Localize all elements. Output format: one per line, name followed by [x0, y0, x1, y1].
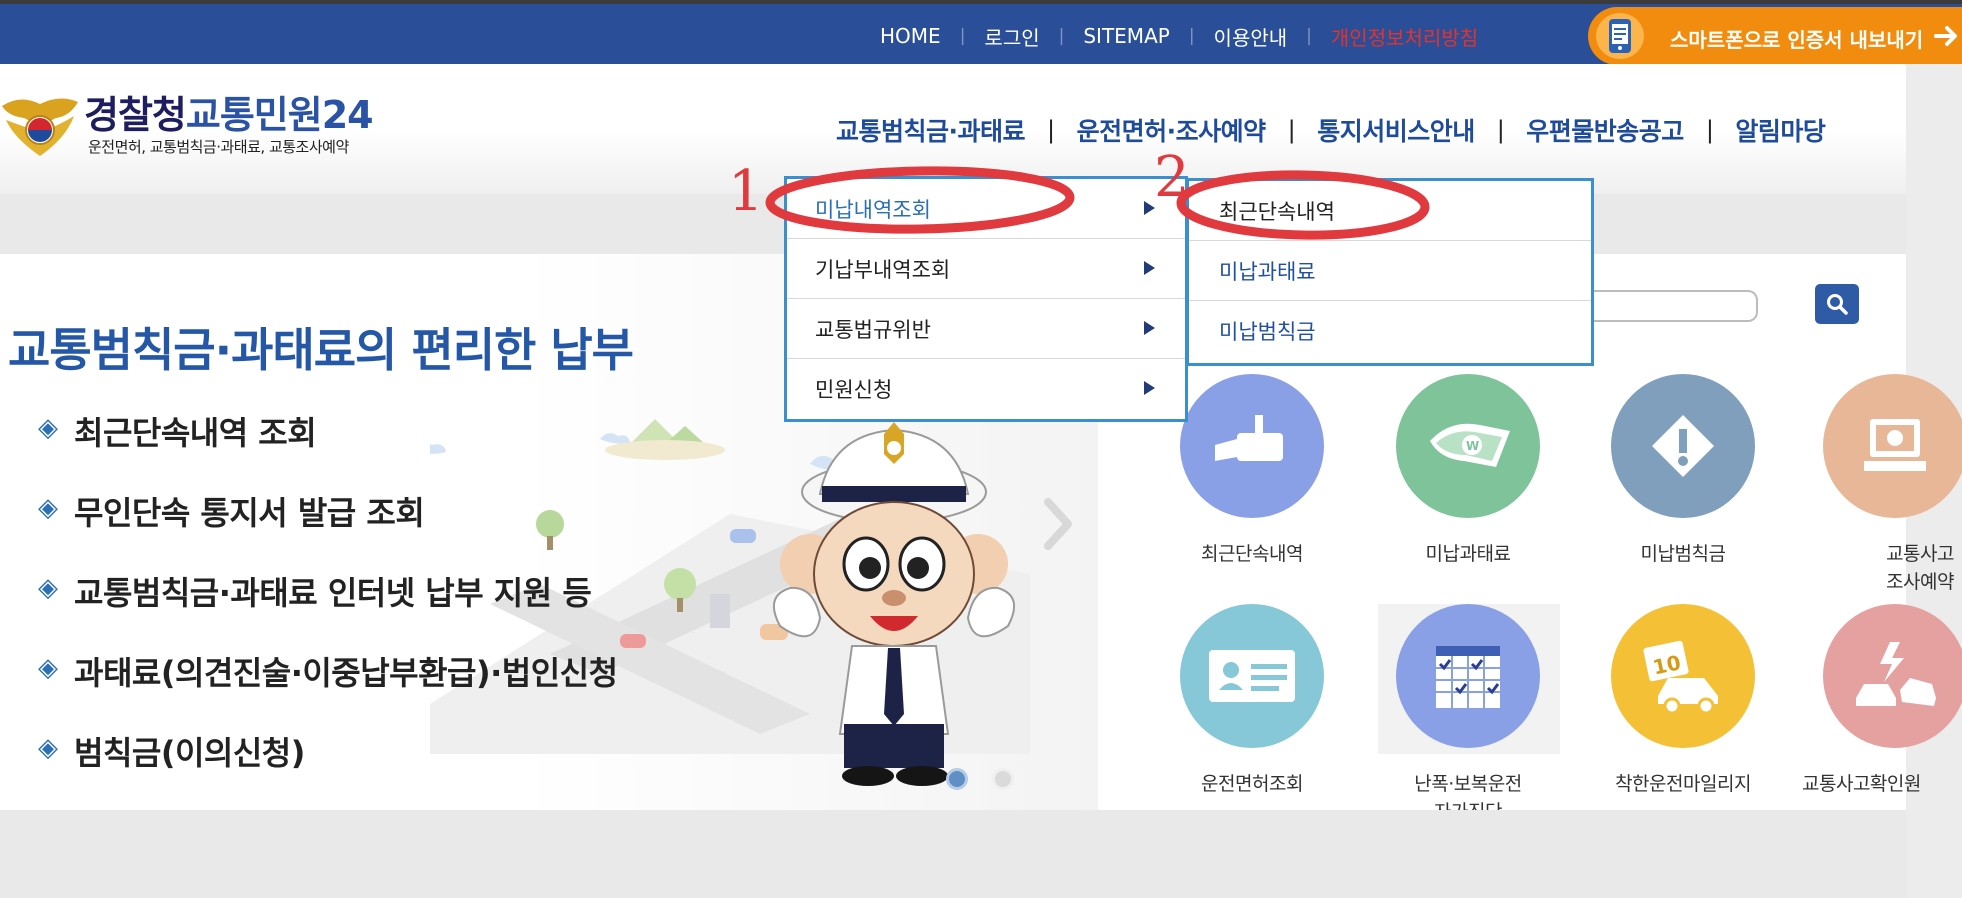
top-utility-bar: HOME | 로그인 | SITEMAP | 이용안내 | 개인정보처리방침 스… [0, 0, 1962, 65]
menu-item-label: 민원신청 [815, 378, 893, 402]
hero-bullet: ◈ 무인단속 통지서 발급 조회 [38, 488, 618, 568]
smartphone-icon [1596, 13, 1644, 59]
separator: | [1058, 26, 1065, 46]
search-icon [1827, 294, 1848, 315]
separator: | [1287, 116, 1296, 144]
submenu-unpaid-penalties[interactable]: 미납범칙금 [1189, 301, 1591, 361]
service-label: 교통사고 조사예약 [1886, 543, 1954, 593]
slide-dot[interactable] [992, 768, 1014, 790]
site-header: 경찰청교통민원24 운전면허, 교통범칙금·과태료, 교통조사예약 교통범칙금·… [0, 64, 1906, 194]
nav-license-reservation[interactable]: 운전면허·조사예약 [1077, 112, 1267, 148]
separator: | [959, 26, 966, 46]
hero-bullet-text: 최근단속내역 조회 [74, 414, 317, 452]
menu-item-label: 기납부내역조회 [815, 257, 951, 282]
diamond-bullet-icon: ◈ [38, 733, 58, 763]
hero-bullet: ◈ 범칙금(이의신청) [38, 728, 618, 808]
separator: | [1047, 116, 1055, 144]
usage-guide-link[interactable]: 이용안내 [1214, 22, 1288, 51]
diamond-bullet-icon: ◈ [38, 653, 58, 683]
service-label: 운전면허조회 [1201, 773, 1303, 795]
service-label: 착한운전마일리지 [1615, 773, 1751, 795]
money-icon: W [1396, 374, 1540, 518]
submenu-recent-enforcement[interactable]: 최근단속내역 [1189, 181, 1591, 241]
police-mascot-image [772, 422, 1016, 786]
export-certificate-button[interactable]: 스마트폰으로 인증서 내보내기 [1588, 7, 1962, 65]
hero-bullet-text: 교통범칙금·과태료 인터넷 납부 지원 등 [74, 574, 592, 612]
service-safe-driving-mileage[interactable]: 10 착한운전마일리지 [1588, 604, 1778, 798]
service-label: 미납범칙금 [1640, 543, 1726, 565]
submenu-unpaid-fines[interactable]: 미납과태료 [1189, 241, 1591, 301]
car-crash-icon [1823, 604, 1962, 748]
diamond-bullet-icon: ◈ [38, 573, 58, 603]
hero-bullet-text: 무인단속 통지서 발급 조회 [74, 494, 425, 532]
nav-notice-board[interactable]: 알림마당 [1735, 112, 1826, 148]
service-unpaid-fines[interactable]: W 미납과태료 [1373, 374, 1563, 568]
menu-paid-history[interactable]: 기납부내역조회 [787, 239, 1185, 299]
svg-text:W: W [1466, 439, 1479, 453]
nav-fines-penalties[interactable]: 교통범칙금·과태료 [836, 112, 1026, 148]
separator: | [1705, 116, 1714, 144]
search-button[interactable] [1815, 284, 1859, 324]
slide-indicators [946, 768, 1038, 790]
hero-bullet: ◈ 최근단속내역 조회 [38, 408, 618, 488]
service-accident-reservation[interactable]: 교통사고 조사예약 [1800, 374, 1962, 596]
submenu-arrow-icon [1144, 321, 1155, 335]
privacy-policy-link[interactable]: 개인정보처리방침 [1331, 22, 1478, 51]
service-label: 교통사고확인원 [1802, 773, 1921, 795]
mileage-car-icon: 10 [1611, 604, 1755, 748]
service-unpaid-penalties[interactable]: 미납범칙금 [1588, 374, 1778, 568]
logo-main-text: 경찰청 [84, 93, 187, 137]
separator: | [1496, 116, 1505, 144]
nav-notification-service[interactable]: 통지서비스안내 [1317, 112, 1475, 148]
hero-title: 교통범칙금·과태료의 편리한 납부 [8, 323, 634, 377]
license-card-icon [1180, 604, 1324, 748]
separator: | [1306, 26, 1312, 46]
police-emblem-icon[interactable] [0, 86, 80, 162]
submenu-arrow-icon [1144, 201, 1155, 215]
logo-sub-text: 교통민원24 [185, 93, 374, 137]
diamond-bullet-icon: ◈ [38, 493, 58, 523]
hero-bullet-text: 과태료(의견진술·이중납부환급)·법인신청 [74, 654, 618, 692]
logo-tagline: 운전면허, 교통범칙금·과태료, 교통조사예약 [88, 138, 349, 156]
menu-unpaid-history[interactable]: 미납내역조회 [787, 179, 1185, 239]
search-input[interactable] [1576, 290, 1758, 322]
site-logo-title[interactable]: 경찰청교통민원24 [84, 84, 374, 139]
service-label: 최근단속내역 [1201, 543, 1303, 565]
utility-nav: HOME | 로그인 | SITEMAP | 이용안내 | 개인정보처리방침 [880, 22, 1478, 51]
page-bottom-area [0, 810, 1906, 898]
hero-bullet-text: 범칙금(이의신청) [74, 734, 305, 772]
menu-item-label: 미납내역조회 [815, 197, 931, 222]
submenu-arrow-icon [1144, 261, 1155, 275]
nav-returned-mail-notice[interactable]: 우편물반송공고 [1526, 112, 1684, 148]
sitemap-link[interactable]: SITEMAP [1083, 24, 1169, 48]
separator: | [1188, 26, 1195, 46]
submenu-arrow-icon [1144, 381, 1155, 395]
dropdown-level2: 최근단속내역 미납과태료 미납범칙금 [1186, 178, 1594, 366]
camera-icon [1180, 374, 1324, 518]
dropdown-level1: 미납내역조회 기납부내역조회 교통법규위반 민원신청 [784, 176, 1188, 422]
menu-traffic-violation[interactable]: 교통법규위반 [787, 299, 1185, 359]
slide-next-arrow-icon[interactable] [1040, 494, 1076, 554]
hero-bullet: ◈ 교통범칙금·과태료 인터넷 납부 지원 등 [38, 568, 618, 648]
service-accident-certificate[interactable]: 교통사고확인원 [1800, 604, 1962, 798]
hero-bullet: ◈ 과태료(의견진술·이중납부환급)·법인신청 [38, 648, 618, 728]
export-certificate-label: 스마트폰으로 인증서 내보내기 [1670, 28, 1924, 52]
service-label: 미납과태료 [1425, 543, 1511, 565]
login-link[interactable]: 로그인 [984, 22, 1039, 51]
slide-dot-active[interactable] [946, 768, 968, 790]
diamond-bullet-icon: ◈ [38, 413, 58, 443]
main-navigation: 교통범칙금·과태료 | 운전면허·조사예약 | 통지서비스안내 | 우편물반송공… [836, 112, 1826, 148]
service-license-lookup[interactable]: 운전면허조회 [1157, 604, 1347, 798]
menu-civil-application[interactable]: 민원신청 [787, 359, 1185, 419]
hero-bullet-list: ◈ 최근단속내역 조회 ◈ 무인단속 통지서 발급 조회 ◈ 교통범칙금·과태료 인터… [38, 408, 618, 808]
menu-item-label: 교통법규위반 [815, 317, 931, 342]
home-link[interactable]: HOME [880, 24, 941, 48]
checklist-icon [1396, 604, 1540, 748]
monitor-icon [1823, 374, 1962, 518]
arrow-right-icon [1934, 26, 1957, 46]
warning-icon [1611, 374, 1755, 518]
